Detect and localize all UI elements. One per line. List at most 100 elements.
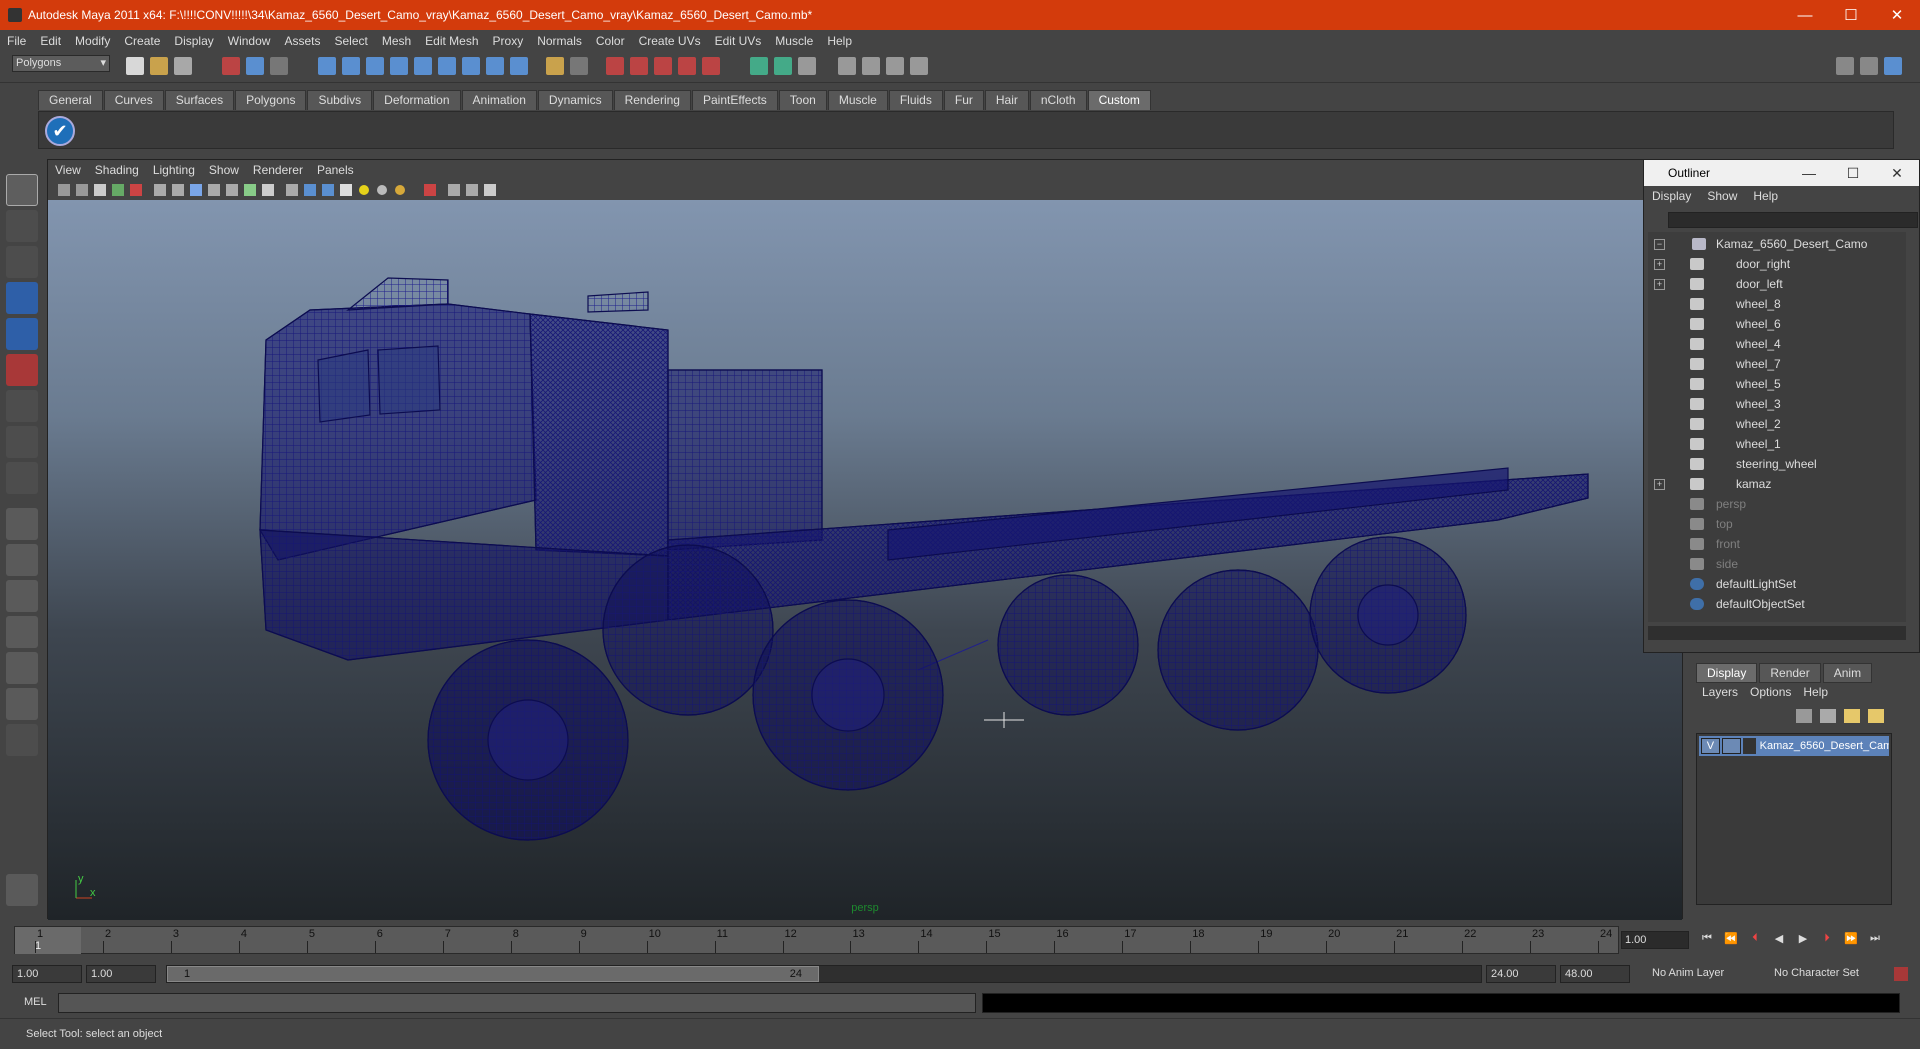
- shelf-tab-fur[interactable]: Fur: [943, 90, 984, 110]
- range-slider-handle[interactable]: 1 24: [167, 966, 819, 982]
- layer-color-swatch[interactable]: [1742, 738, 1756, 754]
- menu-create-uvs[interactable]: Create UVs: [632, 34, 708, 48]
- anim-layer-dropdown[interactable]: No Anim Layer: [1648, 965, 1758, 983]
- layer-visibility-toggle[interactable]: V: [1701, 738, 1720, 754]
- new-scene-icon[interactable]: [126, 57, 144, 75]
- menu-edit[interactable]: Edit: [33, 34, 68, 48]
- anim-start-field[interactable]: 1.00: [12, 965, 82, 983]
- rotate-tool-icon[interactable]: [6, 318, 38, 350]
- graph-layout-icon[interactable]: [6, 616, 38, 648]
- time-slider[interactable]: 1 1 2 3 4 5 6 7 8 9 10 11 12 13 14 15 16 17 18 19 20 21 22 23 2…: [0, 923, 1920, 957]
- menu-proxy[interactable]: Proxy: [486, 34, 531, 48]
- step-forward-key-button[interactable]: ⏩: [1841, 932, 1861, 948]
- make-live-icon[interactable]: [702, 57, 720, 75]
- menu-select[interactable]: Select: [327, 34, 374, 48]
- play-forwards-button[interactable]: ▶: [1793, 932, 1813, 948]
- menu-assets[interactable]: Assets: [277, 34, 327, 48]
- step-back-frame-button[interactable]: ⏴: [1745, 932, 1765, 948]
- outliner-item[interactable]: wheel_5: [1648, 374, 1906, 394]
- shelf-tab-deformation[interactable]: Deformation: [373, 90, 461, 110]
- layer-row[interactable]: V Kamaz_6560_Desert_Camo: [1699, 736, 1889, 756]
- outliner-item[interactable]: wheel_2: [1648, 414, 1906, 434]
- menu-window[interactable]: Window: [221, 34, 278, 48]
- single-pane-layout-icon[interactable]: [6, 508, 38, 540]
- manipulator-tool-icon[interactable]: [6, 390, 38, 422]
- layer-tab-anim[interactable]: Anim: [1822, 663, 1873, 683]
- current-frame-field[interactable]: 1.00: [1621, 931, 1689, 949]
- paint-select-tool-icon[interactable]: [6, 246, 38, 278]
- close-button[interactable]: ✕: [1874, 0, 1920, 30]
- outliner-item[interactable]: + door_right: [1648, 254, 1906, 274]
- go-to-start-button[interactable]: ⏮: [1697, 932, 1717, 948]
- history-icon[interactable]: [750, 57, 768, 75]
- outliner-item[interactable]: + kamaz: [1648, 474, 1906, 494]
- shelf-tab-hair[interactable]: Hair: [984, 90, 1029, 110]
- menu-modify[interactable]: Modify: [68, 34, 117, 48]
- ipr-render-icon[interactable]: [886, 57, 904, 75]
- shelf-tab-muscle[interactable]: Muscle: [827, 90, 888, 110]
- step-back-key-button[interactable]: ⏪: [1721, 932, 1741, 948]
- script-editor-icon[interactable]: [6, 874, 38, 906]
- outliner-filter-field[interactable]: [1668, 212, 1918, 228]
- select-surface-icon[interactable]: [390, 57, 408, 75]
- menu-muscle[interactable]: Muscle: [768, 34, 820, 48]
- outliner-item[interactable]: side: [1648, 554, 1906, 574]
- expand-icon[interactable]: +: [1654, 478, 1665, 490]
- outliner-close-button[interactable]: ✕: [1875, 165, 1919, 182]
- lasso-tool-icon[interactable]: [6, 210, 38, 242]
- new-layer-icon[interactable]: [1820, 709, 1836, 723]
- outliner-item[interactable]: wheel_8: [1648, 294, 1906, 314]
- select-by-hierarchy-icon[interactable]: [222, 57, 240, 75]
- auto-key-icon[interactable]: [1894, 967, 1908, 981]
- select-deformation-icon[interactable]: [414, 57, 432, 75]
- outliner-layout-icon[interactable]: [6, 580, 38, 612]
- render-current-frame-icon[interactable]: [862, 57, 880, 75]
- outliner-item[interactable]: − Kamaz_6560_Desert_Camo: [1648, 234, 1906, 254]
- collapse-icon[interactable]: −: [1654, 238, 1665, 250]
- menu-display[interactable]: Display: [167, 34, 220, 48]
- character-set-dropdown[interactable]: No Character Set: [1770, 965, 1890, 983]
- expand-icon[interactable]: +: [1654, 278, 1665, 290]
- shelf-tab-fluids[interactable]: Fluids: [888, 90, 943, 110]
- mel-command-input[interactable]: [58, 993, 976, 1013]
- snap-to-grid-icon[interactable]: [606, 57, 624, 75]
- outliner-item[interactable]: defaultObjectSet: [1648, 594, 1906, 614]
- highlight-selection-icon[interactable]: [570, 57, 588, 75]
- current-time-marker[interactable]: 1: [15, 927, 81, 954]
- kamaz-truck-wireframe[interactable]: [48, 200, 1684, 920]
- outliner-item[interactable]: wheel_7: [1648, 354, 1906, 374]
- show-attribute-editor-icon[interactable]: [1836, 57, 1854, 75]
- viewport-menu-show[interactable]: Show: [202, 163, 246, 177]
- show-channel-box-icon[interactable]: [1884, 57, 1902, 75]
- lock-selection-icon[interactable]: [546, 57, 564, 75]
- checkmark-icon[interactable]: ✔: [45, 116, 75, 146]
- command-language-label[interactable]: MEL: [24, 996, 47, 1008]
- viewport-menu-panels[interactable]: Panels: [310, 163, 361, 177]
- minimize-button[interactable]: —: [1782, 0, 1828, 30]
- expand-icon[interactable]: +: [1654, 258, 1665, 270]
- soft-mod-tool-icon[interactable]: [6, 426, 38, 458]
- outliner-item[interactable]: top: [1648, 514, 1906, 534]
- shelf-tab-dynamics[interactable]: Dynamics: [537, 90, 613, 110]
- shelf-tab-curves[interactable]: Curves: [103, 90, 164, 110]
- select-joint-icon[interactable]: [342, 57, 360, 75]
- outliner-item[interactable]: front: [1648, 534, 1906, 554]
- snap-to-curve-icon[interactable]: [630, 57, 648, 75]
- select-rendering-icon[interactable]: [462, 57, 480, 75]
- layer-menu-layers[interactable]: Layers: [1696, 685, 1744, 699]
- outliner-item[interactable]: wheel_4: [1648, 334, 1906, 354]
- select-tool-icon[interactable]: [6, 174, 38, 206]
- play-backwards-button[interactable]: ◀: [1769, 932, 1789, 948]
- menu-create[interactable]: Create: [117, 34, 167, 48]
- select-dynamic-icon[interactable]: [438, 57, 456, 75]
- layer-options-icon[interactable]: [1868, 709, 1884, 723]
- shelf-tab-general[interactable]: General: [38, 90, 103, 110]
- viewport-menu-view[interactable]: View: [48, 163, 88, 177]
- outliner-item[interactable]: + door_left: [1648, 274, 1906, 294]
- select-by-object-icon[interactable]: [246, 57, 264, 75]
- hypershade-layout-icon[interactable]: [6, 652, 38, 684]
- select-misc-icon[interactable]: [486, 57, 504, 75]
- outliner-item[interactable]: defaultLightSet: [1648, 574, 1906, 594]
- shelf-tab-rendering[interactable]: Rendering: [613, 90, 691, 110]
- outliner-menu-help[interactable]: Help: [1745, 189, 1786, 203]
